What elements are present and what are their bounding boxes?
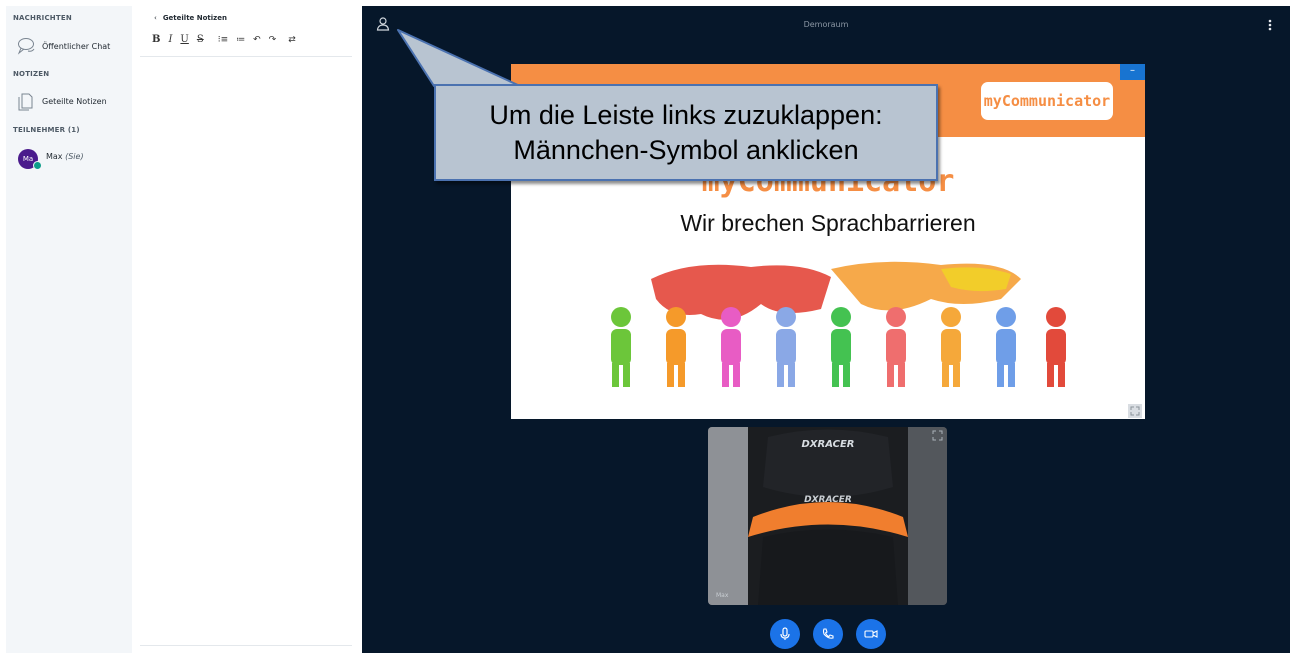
app-window: NACHRICHTEN Öffentlicher Chat NOTIZEN Ge… [0, 0, 1290, 653]
chair-brand-top: DXRACER [801, 439, 854, 450]
self-tag: (Sie) [65, 152, 84, 161]
underline-button[interactable]: U [180, 33, 188, 47]
notes-icon [18, 93, 33, 111]
webcam-feed-image: DXRACER DXRACER [708, 427, 947, 605]
callout-line-2: Männchen-Symbol anklicken [513, 135, 859, 165]
sidebar-item-public-chat[interactable]: Öffentlicher Chat [6, 35, 132, 59]
divider [140, 645, 352, 646]
ordered-list-button[interactable]: ⁝≡ [218, 33, 228, 47]
microphone-button[interactable] [770, 619, 800, 649]
participant-name-text: Max [46, 152, 63, 161]
chair-brand-mid: DXRACER [804, 495, 852, 505]
chevron-left-icon: ‹ [154, 14, 157, 22]
chat-icon [17, 38, 35, 55]
video-button[interactable] [856, 619, 886, 649]
phone-button[interactable] [813, 619, 843, 649]
italic-button[interactable]: I [168, 33, 172, 47]
divider [140, 56, 352, 57]
unordered-list-button[interactable]: ≔ [236, 33, 245, 47]
presence-badge [33, 161, 42, 170]
user-list-sidebar: NACHRICHTEN Öffentlicher Chat NOTIZEN Ge… [6, 6, 132, 653]
strikethrough-button[interactable]: S [197, 33, 204, 47]
shared-notes-label: Geteilte Notizen [42, 97, 107, 106]
more-options-icon[interactable] [1265, 17, 1275, 33]
bold-button[interactable]: B [152, 33, 160, 47]
slide-tagline: Wir brechen Sprachbarrieren [680, 210, 976, 236]
webcam-user-label: Max [716, 592, 729, 599]
fullscreen-icon[interactable] [1128, 404, 1142, 418]
messages-heading: NACHRICHTEN [13, 14, 72, 22]
expand-icon[interactable] [932, 430, 943, 441]
participant-list-item[interactable]: Ma Max (Sie) [6, 149, 132, 173]
notes-heading: NOTIZEN [13, 70, 50, 78]
text-direction-button[interactable]: ⇄ [288, 33, 296, 47]
redo-button[interactable]: ↷ [269, 33, 277, 47]
notes-back-label: Geteilte Notizen [162, 14, 227, 22]
slide-logo: myCommunicator [981, 82, 1113, 120]
people-row [611, 307, 1066, 387]
phone-icon [822, 628, 834, 639]
room-title: Demoraum [803, 20, 849, 29]
shared-notes-panel: ‹ Geteilte Notizen B I U S ⁝≡ ≔ ↶ ↷ ⇄ [132, 6, 362, 653]
public-chat-label: Öffentlicher Chat [42, 42, 111, 51]
participant-name: Max (Sie) [46, 152, 84, 161]
sidebar-item-shared-notes[interactable]: Geteilte Notizen [6, 90, 132, 114]
instruction-callout: Um die Leiste links zuzuklappen: Männche… [434, 84, 938, 181]
undo-button[interactable]: ↶ [253, 33, 261, 47]
notes-back-button[interactable]: ‹ Geteilte Notizen [154, 14, 227, 22]
participants-heading: TEILNEHMER (1) [13, 126, 80, 134]
video-camera-icon [864, 630, 878, 638]
minimize-presentation-button[interactable]: – [1120, 64, 1145, 80]
notes-editor[interactable] [140, 58, 352, 643]
webcam-video[interactable]: DXRACER DXRACER Max [708, 427, 947, 605]
callout-line-1: Um die Leiste links zuzuklappen: [489, 100, 883, 130]
microphone-icon [780, 627, 790, 640]
notes-toolbar: B I U S ⁝≡ ≔ ↶ ↷ ⇄ [152, 33, 304, 47]
world-people-illustration [611, 261, 1066, 387]
